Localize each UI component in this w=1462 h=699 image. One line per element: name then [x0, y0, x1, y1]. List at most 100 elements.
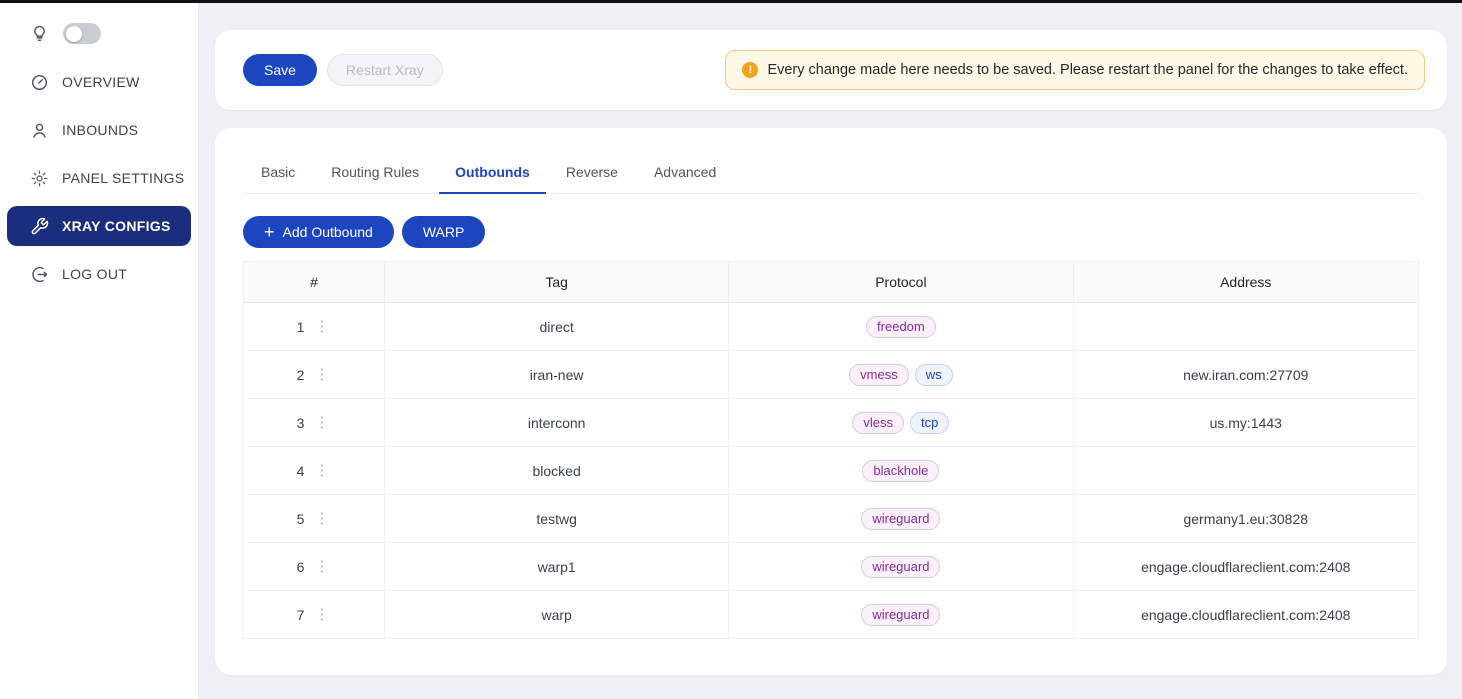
- wrench-icon: [30, 217, 49, 236]
- sidebar-item-label: INBOUNDS: [62, 122, 138, 138]
- user-icon: [30, 121, 49, 140]
- row-number: 2: [297, 367, 305, 383]
- theme-toggle[interactable]: [63, 23, 101, 44]
- tab-advanced[interactable]: Advanced: [652, 156, 718, 193]
- sidebar-item-inbounds[interactable]: INBOUNDS: [7, 110, 191, 150]
- row-number: 5: [297, 511, 305, 527]
- cell-address: engage.cloudflareclient.com:2408: [1073, 543, 1418, 591]
- row-menu-icon[interactable]: ⋮: [312, 413, 331, 432]
- xray-configs-card: Basic Routing Rules Outbounds Reverse Advanc…: [215, 128, 1447, 675]
- number-with-menu: 1⋮: [244, 317, 384, 336]
- tab-routing-rules[interactable]: Routing Rules: [329, 156, 421, 193]
- cell-protocol: freedom: [729, 303, 1073, 351]
- protocol-badges: vlesstcp: [729, 412, 1072, 434]
- protocol-badges: wireguard: [729, 556, 1072, 578]
- sidebar: OVERVIEW INBOUNDS PANEL SETTINGS XRAY CONFI…: [0, 3, 199, 699]
- cell-protocol: wireguard: [729, 591, 1073, 639]
- save-button[interactable]: Save: [243, 54, 317, 86]
- sidebar-item-panel-settings[interactable]: PANEL SETTINGS: [7, 158, 191, 198]
- cell-address: [1073, 303, 1418, 351]
- sidebar-item-label: OVERVIEW: [62, 74, 140, 90]
- toggle-knob: [66, 26, 82, 42]
- number-with-menu: 7⋮: [244, 605, 384, 624]
- cell-tag: blocked: [385, 447, 729, 495]
- main-area: Save Restart Xray ! Every change made he…: [199, 3, 1462, 699]
- plus-icon: +: [264, 223, 275, 241]
- row-menu-icon[interactable]: ⋮: [312, 365, 331, 384]
- sidebar-item-overview[interactable]: OVERVIEW: [7, 62, 191, 102]
- row-number: 4: [297, 463, 305, 479]
- sidebar-item-xray-configs[interactable]: XRAY CONFIGS: [7, 206, 191, 246]
- cell-number: 2⋮: [244, 351, 385, 399]
- cell-tag: interconn: [385, 399, 729, 447]
- badge-ws: ws: [915, 364, 953, 386]
- sidebar-item-label: LOG OUT: [62, 266, 127, 282]
- cell-number: 3⋮: [244, 399, 385, 447]
- table-header-row: #TagProtocolAddress: [244, 262, 1419, 303]
- table-row: 1⋮directfreedom: [244, 303, 1419, 351]
- row-number: 7: [297, 607, 305, 623]
- row-number: 1: [297, 319, 305, 335]
- badge-vmess: vmess: [849, 364, 909, 386]
- protocol-badges: vmessws: [729, 364, 1072, 386]
- cell-address: us.my:1443: [1073, 399, 1418, 447]
- row-menu-icon[interactable]: ⋮: [312, 605, 331, 624]
- column-header-address: Address: [1073, 262, 1418, 303]
- cell-tag: testwg: [385, 495, 729, 543]
- warning-alert-text: Every change made here needs to be saved…: [767, 62, 1408, 78]
- number-with-menu: 2⋮: [244, 365, 384, 384]
- cell-number: 6⋮: [244, 543, 385, 591]
- table-row: 7⋮warpwireguardengage.cloudflareclient.c…: [244, 591, 1419, 639]
- row-menu-icon[interactable]: ⋮: [312, 317, 331, 336]
- cell-tag: warp1: [385, 543, 729, 591]
- table-row: 2⋮iran-newvmesswsnew.iran.com:27709: [244, 351, 1419, 399]
- column-header--: #: [244, 262, 385, 303]
- cell-number: 7⋮: [244, 591, 385, 639]
- cell-address: new.iran.com:27709: [1073, 351, 1418, 399]
- row-number: 3: [297, 415, 305, 431]
- cell-number: 4⋮: [244, 447, 385, 495]
- cell-protocol: wireguard: [729, 543, 1073, 591]
- cell-number: 1⋮: [244, 303, 385, 351]
- logout-icon: [30, 265, 49, 284]
- cell-address: engage.cloudflareclient.com:2408: [1073, 591, 1418, 639]
- sidebar-item-log-out[interactable]: LOG OUT: [7, 254, 191, 294]
- row-menu-icon[interactable]: ⋮: [312, 461, 331, 480]
- gear-icon: [30, 169, 49, 188]
- sidebar-item-label: PANEL SETTINGS: [62, 170, 184, 186]
- cell-tag: direct: [385, 303, 729, 351]
- badge-tcp: tcp: [910, 412, 949, 434]
- cell-tag: iran-new: [385, 351, 729, 399]
- protocol-badges: wireguard: [729, 508, 1072, 530]
- badge-wireguard: wireguard: [861, 604, 940, 626]
- actions-row: + Add Outbound WARP: [243, 216, 1419, 248]
- cell-address: germany1.eu:30828: [1073, 495, 1418, 543]
- row-menu-icon[interactable]: ⋮: [312, 557, 331, 576]
- badge-wireguard: wireguard: [861, 556, 940, 578]
- outbounds-table: #TagProtocolAddress 1⋮directfreedom2⋮ira…: [243, 261, 1419, 639]
- number-with-menu: 4⋮: [244, 461, 384, 480]
- sidebar-item-label: XRAY CONFIGS: [62, 218, 171, 234]
- lightbulb-icon: [30, 24, 49, 43]
- cell-protocol: vmessws: [729, 351, 1073, 399]
- protocol-badges: freedom: [729, 316, 1072, 338]
- number-with-menu: 6⋮: [244, 557, 384, 576]
- tab-reverse[interactable]: Reverse: [564, 156, 620, 193]
- badge-freedom: freedom: [866, 316, 936, 338]
- add-outbound-button[interactable]: + Add Outbound: [243, 216, 394, 248]
- add-outbound-label: Add Outbound: [283, 224, 373, 240]
- protocol-badges: blackhole: [729, 460, 1072, 482]
- column-header-protocol: Protocol: [729, 262, 1073, 303]
- warp-button[interactable]: WARP: [402, 216, 485, 248]
- row-menu-icon[interactable]: ⋮: [312, 509, 331, 528]
- warning-alert: ! Every change made here needs to be sav…: [725, 50, 1425, 90]
- restart-xray-button[interactable]: Restart Xray: [327, 54, 443, 86]
- theme-toggle-row: [0, 3, 198, 54]
- tab-basic[interactable]: Basic: [259, 156, 297, 193]
- tab-outbounds[interactable]: Outbounds: [453, 156, 532, 193]
- badge-wireguard: wireguard: [861, 508, 940, 530]
- column-header-tag: Tag: [385, 262, 729, 303]
- tab-bar: Basic Routing Rules Outbounds Reverse Advanc…: [243, 156, 1419, 194]
- protocol-badges: wireguard: [729, 604, 1072, 626]
- top-strip: [0, 0, 1462, 3]
